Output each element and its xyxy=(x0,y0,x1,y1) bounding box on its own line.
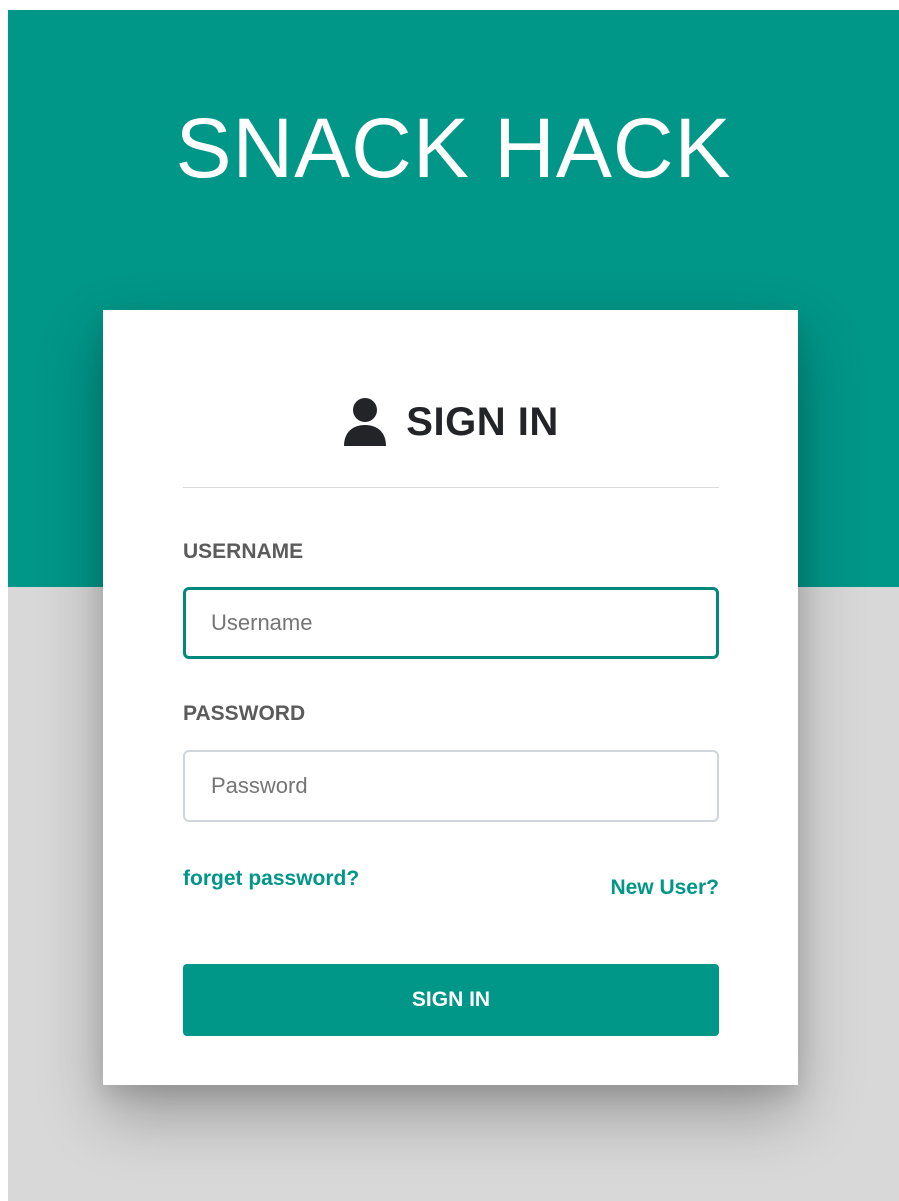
card-heading: SIGN IN xyxy=(103,392,798,452)
divider xyxy=(183,487,719,488)
password-label: PASSWORD xyxy=(183,702,306,725)
forgot-password-link[interactable]: forget password? xyxy=(183,867,359,891)
page: SNACK HACK SIGN IN USERNAME PASSWORD for… xyxy=(8,10,899,1201)
sign-in-button[interactable]: SIGN IN xyxy=(183,964,719,1036)
sign-in-card: SIGN IN USERNAME PASSWORD forget passwor… xyxy=(103,310,798,1085)
new-user-link[interactable]: New User? xyxy=(610,876,719,900)
user-icon xyxy=(342,397,388,447)
username-label: USERNAME xyxy=(183,540,304,563)
username-input[interactable] xyxy=(183,587,719,659)
brand-title: SNACK HACK xyxy=(175,101,732,195)
password-input[interactable] xyxy=(183,750,719,822)
card-title: SIGN IN xyxy=(406,399,559,444)
